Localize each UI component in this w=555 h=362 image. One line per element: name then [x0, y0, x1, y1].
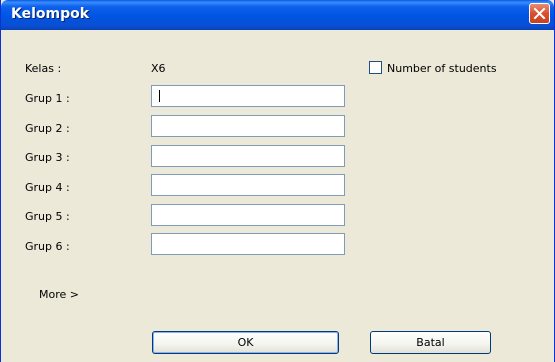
number-of-students-checkbox[interactable]: [369, 61, 382, 74]
dialog-window: Kelompok Kelas : X6 Number of students G…: [0, 0, 555, 362]
close-icon: [533, 7, 546, 20]
group-1-label: Grup 1 :: [25, 92, 70, 105]
more-link[interactable]: More >: [39, 288, 79, 301]
group-3-label: Grup 3 :: [25, 151, 70, 164]
title-bar[interactable]: Kelompok: [1, 0, 554, 30]
group-3-input[interactable]: [151, 145, 345, 167]
group-6-label: Grup 6 :: [25, 240, 70, 253]
close-button[interactable]: [529, 3, 550, 24]
group-5-input[interactable]: [151, 204, 345, 226]
group-2-input[interactable]: [151, 115, 345, 137]
window-title: Kelompok: [11, 6, 90, 22]
number-of-students-label[interactable]: Number of students: [387, 62, 497, 75]
group-6-input[interactable]: [151, 233, 345, 255]
group-5-label: Grup 5 :: [25, 210, 70, 223]
cancel-button[interactable]: Batal: [370, 331, 491, 354]
group-2-label: Grup 2 :: [25, 122, 70, 135]
group-4-label: Grup 4 :: [25, 181, 70, 194]
group-1-input[interactable]: [151, 85, 345, 107]
text-caret: [159, 90, 160, 102]
kelas-value: X6: [151, 62, 166, 75]
ok-button[interactable]: OK: [152, 331, 339, 354]
kelas-label: Kelas :: [25, 62, 62, 75]
group-4-input[interactable]: [151, 174, 345, 196]
